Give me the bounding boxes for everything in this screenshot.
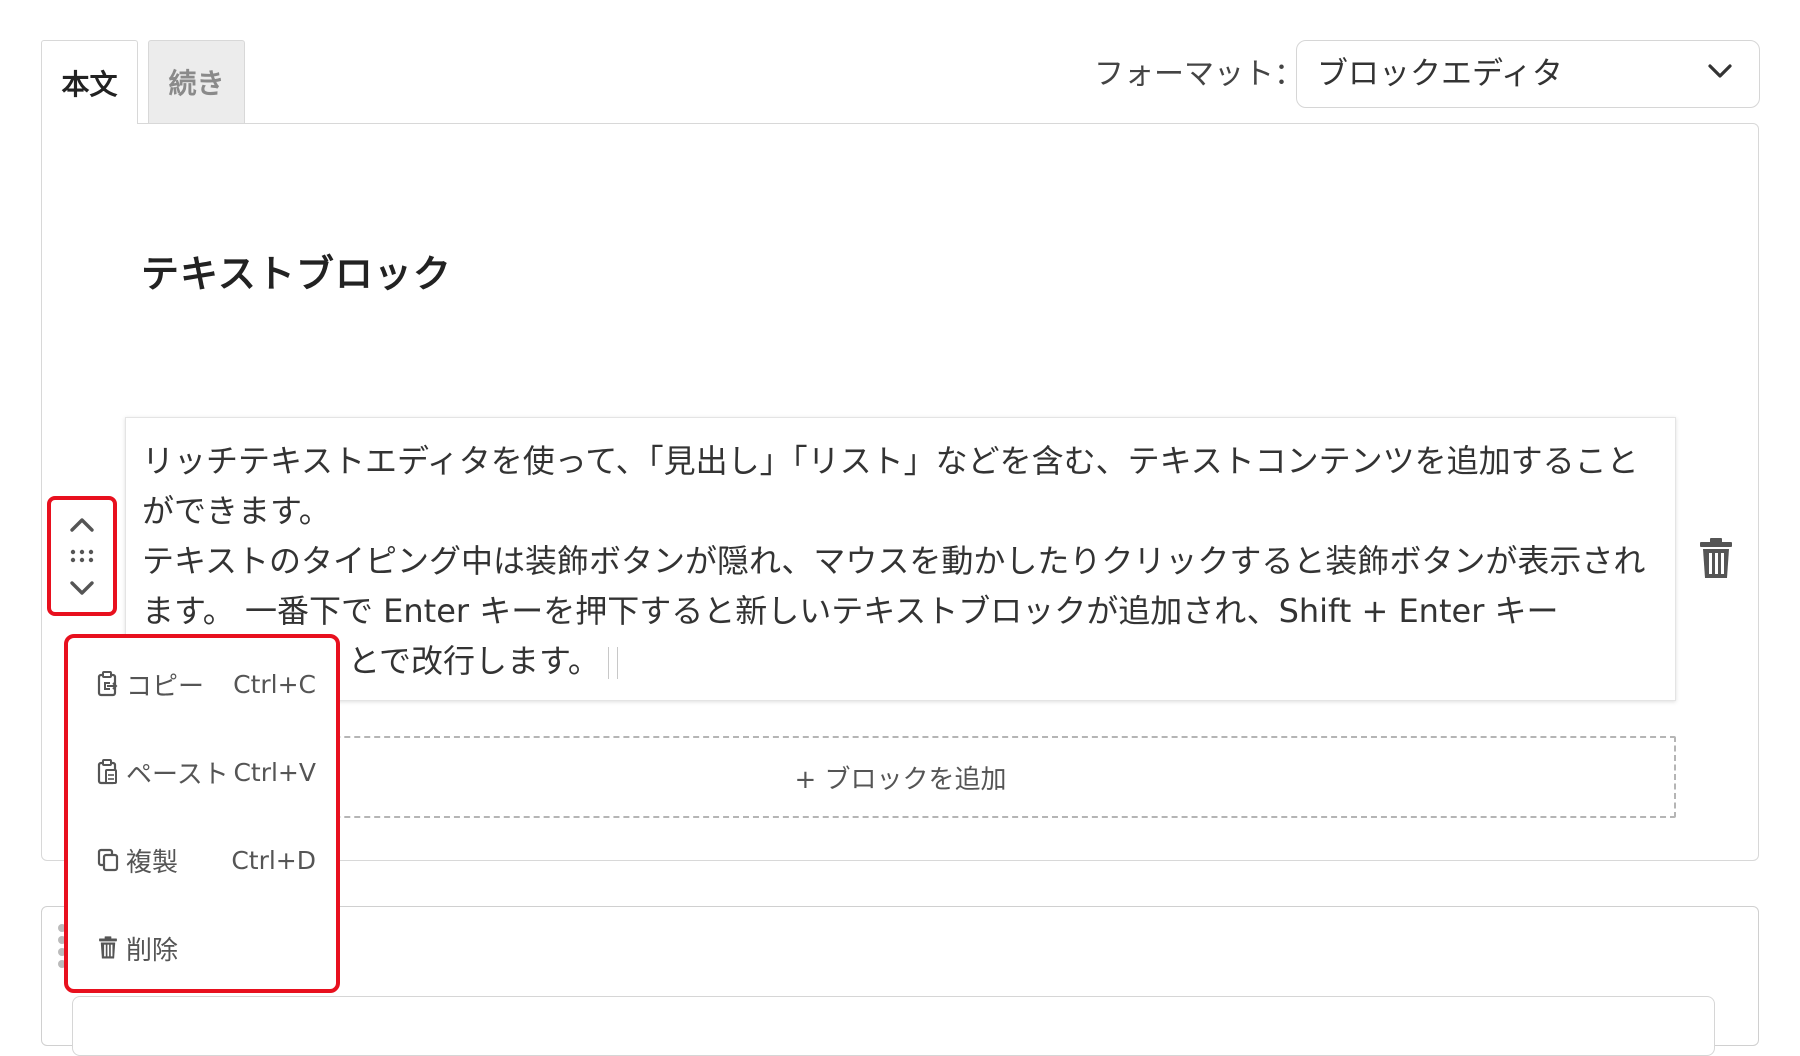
format-select-value: ブロックエディタ <box>1317 56 1563 92</box>
lower-panel-field[interactable] <box>72 996 1715 1056</box>
grip-dots-icon <box>70 549 94 563</box>
trash-icon[interactable] <box>1698 538 1734 580</box>
chevron-down-icon <box>1708 64 1732 78</box>
tab-continued[interactable]: 続き <box>148 40 245 124</box>
add-block-label: + ブロックを追加 <box>794 764 1007 795</box>
tab-body-label: 本文 <box>61 67 118 101</box>
menu-item-delete-label: 削除 <box>126 935 179 966</box>
menu-item-duplicate-shortcut: Ctrl+D <box>231 845 316 875</box>
trash-icon <box>96 934 120 962</box>
format-label: フォーマット： <box>1094 57 1304 92</box>
block-context-menu: コピー Ctrl+C ペースト Ctrl+V 複製 Ctrl+D 削除 <box>64 634 340 993</box>
tab-body[interactable]: 本文 <box>41 40 138 124</box>
text-block[interactable]: リッチテキストエディタを使って、「見出し」「リスト」などを含む、テキストコンテン… <box>125 417 1676 701</box>
text-cursor-icon <box>607 647 618 679</box>
chevron-up-icon <box>70 518 94 532</box>
block-move-controls <box>47 496 117 616</box>
chevron-down-icon <box>70 581 94 595</box>
paste-icon <box>96 758 120 786</box>
menu-item-copy[interactable]: コピー Ctrl+C <box>96 664 316 704</box>
add-block-button[interactable]: + ブロックを追加 <box>125 736 1676 818</box>
text-paragraph-2: テキストのタイピング中は装飾ボタンが隠れ、マウスを動かしたりクリックすると装飾ボ… <box>142 536 1657 686</box>
menu-item-copy-shortcut: Ctrl+C <box>233 669 316 699</box>
heading-block[interactable]: テキストブロック <box>141 243 452 298</box>
menu-item-paste-label: ペースト <box>126 759 229 790</box>
format-select[interactable]: ブロックエディタ <box>1296 40 1760 108</box>
menu-item-paste-shortcut: Ctrl+V <box>233 757 316 787</box>
tab-continued-label: 続き <box>168 67 225 100</box>
menu-item-duplicate[interactable]: 複製 Ctrl+D <box>96 840 316 880</box>
text-paragraph-2-start: テキストのタイピング中は装飾ボタンが隠れ、マウスを動かしたりクリックすると装飾ボ… <box>142 542 1646 630</box>
duplicate-icon <box>96 846 120 874</box>
menu-item-delete[interactable]: 削除 <box>96 928 316 968</box>
move-down-button[interactable] <box>64 574 100 602</box>
menu-item-duplicate-label: 複製 <box>126 847 179 878</box>
move-up-button[interactable] <box>64 510 100 538</box>
text-paragraph-1: リッチテキストエディタを使って、「見出し」「リスト」などを含む、テキストコンテン… <box>142 442 1639 530</box>
drag-handle[interactable] <box>64 544 100 568</box>
menu-item-paste[interactable]: ペースト Ctrl+V <box>96 752 316 792</box>
menu-item-copy-label: コピー <box>126 671 205 702</box>
text-paragraph-2-end: とで改行します。 <box>348 642 600 680</box>
text-block-content[interactable]: リッチテキストエディタを使って、「見出し」「リスト」などを含む、テキストコンテン… <box>142 436 1657 686</box>
copy-icon <box>96 670 120 698</box>
